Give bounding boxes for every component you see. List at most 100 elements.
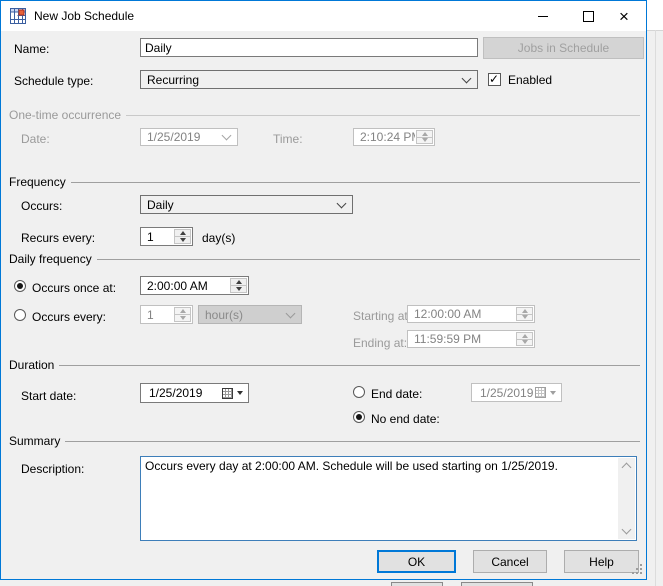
- chevron-down-icon: [286, 308, 296, 318]
- recurs-every-value: 1: [141, 228, 173, 245]
- close-icon: ×: [619, 8, 629, 25]
- scroll-up-icon[interactable]: [622, 463, 632, 473]
- occurs-once-time-spinner[interactable]: 2:00:00 AM: [140, 276, 249, 295]
- occurs-once-time-value: 2:00:00 AM: [141, 277, 229, 294]
- summary-group-header: Summary: [9, 434, 640, 448]
- occurs-once-radio[interactable]: [14, 280, 26, 292]
- name-field-box: [140, 38, 478, 57]
- end-date-value: 1/25/2019: [480, 386, 535, 400]
- spin-down-button[interactable]: [175, 236, 190, 243]
- calendar-icon: [535, 387, 546, 398]
- arrow-down-icon: [180, 238, 186, 242]
- occurs-every-radio[interactable]: [14, 309, 26, 321]
- no-end-date-label: No end date:: [371, 412, 440, 426]
- arrow-up-icon: [422, 132, 428, 136]
- description-scrollbar[interactable]: [618, 458, 635, 539]
- one-time-time-spinner[interactable]: 2:10:24 PM: [353, 128, 435, 146]
- duration-group-header: Duration: [9, 358, 640, 372]
- occurs-every-unit-value: hour(s): [205, 308, 287, 322]
- name-input[interactable]: [141, 41, 477, 55]
- help-button[interactable]: Help: [564, 550, 639, 573]
- end-date-radio[interactable]: [353, 386, 365, 398]
- occurs-select[interactable]: Daily: [140, 195, 353, 214]
- resize-grip[interactable]: [631, 564, 643, 576]
- chevron-down-icon: [462, 73, 472, 83]
- enabled-label: Enabled: [508, 73, 552, 87]
- dropdown-arrow-icon: [550, 391, 556, 395]
- frequency-group-header: Frequency: [9, 175, 640, 189]
- ending-at-label: Ending at:: [353, 336, 407, 350]
- one-time-date-select[interactable]: 1/25/2019: [140, 128, 238, 146]
- arrow-up-icon: [236, 280, 242, 284]
- scroll-down-icon[interactable]: [622, 525, 632, 535]
- jobs-in-schedule-button[interactable]: Jobs in Schedule: [483, 37, 644, 59]
- recurs-every-label: Recurs every:: [21, 231, 95, 245]
- occurs-label: Occurs:: [21, 199, 62, 213]
- recurs-every-spinner[interactable]: 1: [140, 227, 193, 246]
- ending-at-value: 11:59:59 PM: [408, 331, 515, 347]
- arrow-up-icon: [522, 334, 528, 338]
- description-text: Occurs every day at 2:00:00 AM. Schedule…: [145, 459, 612, 474]
- end-date-picker[interactable]: 1/25/2019: [471, 383, 562, 402]
- window-title: New Job Schedule: [34, 9, 134, 23]
- occurs-value: Daily: [147, 198, 338, 212]
- arrow-down-icon: [522, 340, 528, 344]
- starting-at-spinner[interactable]: 12:00:00 AM: [407, 305, 535, 323]
- background-cancel-button[interactable]: Cancel: [461, 582, 533, 586]
- title-bar: New Job Schedule ×: [1, 1, 646, 31]
- arrow-down-icon: [236, 287, 242, 291]
- close-button[interactable]: ×: [602, 1, 646, 31]
- enabled-checkbox[interactable]: [488, 73, 501, 86]
- start-date-label: Start date:: [21, 389, 76, 403]
- occurs-every-value: 1: [141, 306, 173, 323]
- spin-down-button[interactable]: [231, 285, 246, 292]
- background-window-right-edge: [647, 0, 663, 586]
- maximize-icon: [583, 11, 594, 22]
- occurs-every-spinner[interactable]: 1: [140, 305, 193, 324]
- start-date-value: 1/25/2019: [149, 386, 222, 400]
- starting-at-label: Starting at:: [353, 309, 411, 323]
- arrow-up-icon: [180, 231, 186, 235]
- end-date-label: End date:: [371, 387, 422, 401]
- arrow-down-icon: [180, 316, 186, 320]
- dropdown-arrow-icon: [237, 391, 243, 395]
- start-date-picker[interactable]: 1/25/2019: [140, 383, 249, 403]
- starting-at-value: 12:00:00 AM: [408, 306, 515, 322]
- one-time-occurrence-group-header: One-time occurrence: [9, 108, 640, 122]
- description-label: Description:: [21, 462, 84, 476]
- new-job-schedule-dialog: New Job Schedule × Name: Jobs in Schedul…: [0, 0, 647, 580]
- minimize-icon: [538, 16, 548, 17]
- occurs-every-unit-select[interactable]: hour(s): [198, 305, 302, 324]
- arrow-down-icon: [422, 138, 428, 142]
- chevron-down-icon: [222, 131, 232, 141]
- spin-down-button[interactable]: [417, 137, 432, 144]
- ending-at-spinner[interactable]: 11:59:59 PM: [407, 330, 535, 348]
- time-label: Time:: [273, 132, 303, 146]
- background-ok-button[interactable]: OK: [391, 582, 443, 586]
- spin-down-button[interactable]: [175, 314, 190, 321]
- occurs-once-label: Occurs once at:: [32, 281, 116, 295]
- one-time-time-value: 2:10:24 PM: [354, 129, 415, 145]
- minimize-button[interactable]: [521, 1, 565, 31]
- no-end-date-radio[interactable]: [353, 411, 365, 423]
- name-label: Name:: [14, 42, 49, 56]
- recurs-unit-label: day(s): [202, 231, 235, 245]
- cancel-button[interactable]: Cancel: [473, 550, 547, 573]
- chevron-down-icon: [337, 198, 347, 208]
- date-label: Date:: [21, 132, 50, 146]
- schedule-type-select[interactable]: Recurring: [140, 70, 478, 89]
- description-field[interactable]: Occurs every day at 2:00:00 AM. Schedule…: [140, 456, 637, 541]
- ok-button[interactable]: OK: [377, 550, 456, 573]
- arrow-up-icon: [522, 309, 528, 313]
- arrow-up-icon: [180, 309, 186, 313]
- spin-down-button[interactable]: [517, 314, 532, 321]
- arrow-down-icon: [522, 315, 528, 319]
- schedule-type-label: Schedule type:: [14, 74, 93, 88]
- background-window-bottom-edge: OK Cancel: [0, 580, 647, 586]
- screen: OK Cancel New Job Schedule × Name:: [0, 0, 663, 586]
- one-time-date-value: 1/25/2019: [147, 130, 223, 144]
- schedule-grid-icon: [10, 8, 26, 24]
- daily-frequency-group-header: Daily frequency: [9, 252, 640, 266]
- spin-down-button[interactable]: [517, 339, 532, 346]
- schedule-type-value: Recurring: [147, 73, 463, 87]
